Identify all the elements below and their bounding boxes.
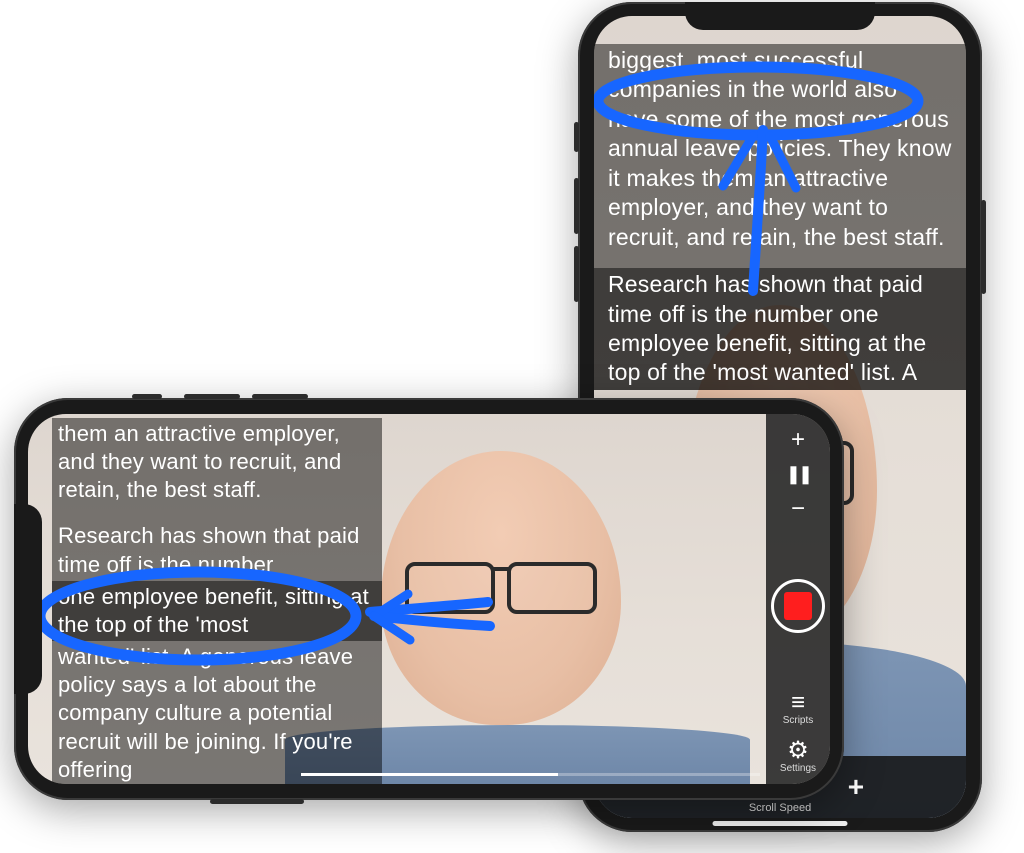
volume-up-button bbox=[574, 178, 579, 234]
scripts-icon: ≡ bbox=[783, 689, 814, 717]
glasses-placeholder bbox=[405, 562, 597, 614]
notch bbox=[685, 2, 875, 30]
scripts-label: Scripts bbox=[783, 715, 814, 726]
settings-icon: ⚙ bbox=[780, 736, 816, 765]
landscape-sidebar: + ❚❚ − ≡ Scripts ⚙ Settings bbox=[766, 414, 830, 784]
teleprompter-overlay[interactable]: biggest, most successful companies in th… bbox=[594, 44, 966, 390]
speed-decrease-button[interactable]: − bbox=[791, 495, 805, 523]
landscape-screen: them an attractive employer, and they wa… bbox=[28, 414, 830, 784]
volume-down-button bbox=[252, 394, 308, 399]
settings-label: Settings bbox=[780, 763, 816, 774]
teleprompter-overlay[interactable]: them an attractive employer, and they wa… bbox=[52, 418, 382, 784]
pause-button[interactable]: ❚❚ bbox=[786, 464, 810, 485]
script-text-dim-mid: Research has shown that paid time off is… bbox=[52, 520, 382, 580]
speed-increase-button[interactable]: + bbox=[791, 426, 805, 454]
notch bbox=[14, 504, 42, 694]
script-text-dim-bottom: wanted' list. A generous leave policy sa… bbox=[52, 641, 382, 784]
phone-mockup-landscape: them an attractive employer, and they wa… bbox=[14, 398, 844, 800]
volume-up-button bbox=[184, 394, 240, 399]
script-progress-bar[interactable] bbox=[301, 773, 760, 776]
scripts-button[interactable]: ≡ Scripts bbox=[783, 689, 814, 726]
script-text-focus: one employee benefit, sitting at the top… bbox=[52, 581, 382, 641]
script-text-focus: Research has shown that paid time off is… bbox=[594, 268, 966, 390]
mute-switch bbox=[132, 394, 162, 399]
home-indicator bbox=[713, 821, 848, 826]
power-button bbox=[210, 799, 304, 804]
volume-down-button bbox=[574, 246, 579, 302]
power-button bbox=[981, 200, 986, 294]
script-text-dim: biggest, most successful companies in th… bbox=[594, 44, 966, 254]
record-button[interactable] bbox=[771, 579, 825, 633]
speed-increase-button[interactable]: + bbox=[848, 771, 864, 803]
mute-switch bbox=[574, 122, 579, 152]
script-text-dim-top: them an attractive employer, and they wa… bbox=[52, 418, 382, 506]
scroll-speed-label: Scroll Speed bbox=[594, 802, 966, 814]
settings-button[interactable]: ⚙ Settings bbox=[780, 736, 816, 774]
